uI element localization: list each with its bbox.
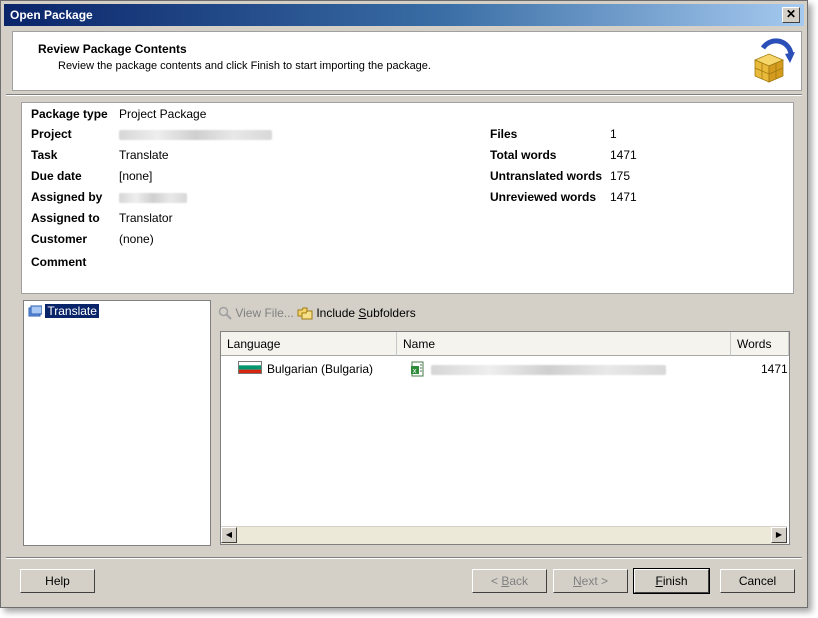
page-title: Review Package Contents bbox=[38, 42, 187, 56]
untranslated-words-label: Untranslated words bbox=[490, 169, 603, 183]
unreviewed-words-label: Unreviewed words bbox=[490, 190, 597, 204]
header-separator bbox=[6, 94, 802, 96]
include-subfolders-button[interactable]: Include Subfolders bbox=[297, 303, 416, 323]
scroll-left-button[interactable]: ◀ bbox=[221, 527, 237, 543]
close-button[interactable]: ✕ bbox=[782, 7, 800, 23]
tree-item-translate[interactable]: Translate bbox=[28, 304, 99, 319]
close-icon: ✕ bbox=[785, 7, 797, 21]
title-bar[interactable]: Open Package ✕ bbox=[4, 4, 804, 26]
back-label: < Back bbox=[490, 574, 529, 588]
footer-separator bbox=[6, 557, 802, 559]
view-file-label: View File... bbox=[235, 306, 294, 320]
include-subfolders-label: Include Subfolders bbox=[316, 306, 416, 320]
row-name-redacted bbox=[431, 361, 666, 377]
package-info-panel: Package type Project Package Project Tas… bbox=[21, 102, 794, 294]
assigned-by-value-redacted bbox=[119, 192, 187, 203]
total-words-label: Total words bbox=[490, 148, 557, 162]
due-date-label: Due date bbox=[31, 169, 82, 183]
due-date-value: [none] bbox=[119, 169, 153, 183]
untranslated-words-value: 175 bbox=[610, 169, 631, 183]
column-header-language[interactable]: Language bbox=[221, 332, 397, 356]
wizard-header: Review Package Contents Review the packa… bbox=[12, 31, 802, 91]
task-icon bbox=[28, 305, 43, 317]
arrow-left-icon: ◀ bbox=[225, 530, 233, 539]
window-title: Open Package bbox=[10, 8, 93, 22]
task-value: Translate bbox=[119, 148, 169, 162]
help-button[interactable]: Help bbox=[20, 569, 95, 593]
bulgarian-flag-icon bbox=[238, 361, 262, 377]
customer-label: Customer bbox=[31, 232, 88, 246]
page-subtitle: Review the package contents and click Fi… bbox=[58, 60, 431, 72]
subfolders-icon bbox=[297, 307, 313, 320]
file-toolbar: View File... Include Subfolders bbox=[214, 303, 794, 323]
assigned-by-label: Assigned by bbox=[31, 190, 103, 204]
comment-label: Comment bbox=[31, 255, 87, 269]
back-button[interactable]: < Back bbox=[472, 569, 547, 593]
column-header-name[interactable]: Name bbox=[397, 332, 731, 356]
task-tree[interactable]: Translate bbox=[23, 300, 211, 546]
files-label: Files bbox=[490, 127, 518, 141]
open-package-dialog: Open Package ✕ Review Package Contents R… bbox=[0, 0, 808, 608]
project-value-redacted bbox=[119, 129, 272, 140]
unreviewed-words-value: 1471 bbox=[610, 190, 637, 204]
project-label: Project bbox=[31, 127, 72, 141]
task-label: Task bbox=[31, 148, 58, 162]
package-type-value: Project Package bbox=[119, 107, 207, 121]
excel-file-icon: x bbox=[410, 361, 426, 377]
view-file-button[interactable]: View File... bbox=[218, 303, 294, 323]
row-words: 1471 bbox=[761, 362, 788, 376]
finish-label: Finish bbox=[655, 574, 688, 588]
scroll-right-button[interactable]: ▶ bbox=[771, 527, 787, 543]
arrow-right-icon: ▶ bbox=[775, 530, 783, 539]
next-button[interactable]: Next > bbox=[553, 569, 628, 593]
files-list[interactable]: Language Name Words Bulgarian (Bulgaria)… bbox=[220, 331, 790, 545]
package-type-label: Package type bbox=[31, 107, 108, 121]
magnifier-icon bbox=[218, 306, 232, 320]
svg-text:x: x bbox=[413, 367, 417, 375]
next-label: Next > bbox=[572, 574, 609, 588]
customer-value: (none) bbox=[119, 232, 154, 246]
total-words-value: 1471 bbox=[610, 148, 637, 162]
cancel-button[interactable]: Cancel bbox=[720, 569, 795, 593]
assigned-to-label: Assigned to bbox=[31, 211, 100, 225]
assigned-to-value: Translator bbox=[119, 211, 173, 225]
column-header-words[interactable]: Words bbox=[731, 332, 789, 356]
package-box-icon bbox=[753, 38, 795, 83]
finish-button[interactable]: Finish bbox=[633, 568, 710, 594]
tree-item-label: Translate bbox=[45, 304, 99, 318]
files-value: 1 bbox=[610, 127, 617, 141]
horizontal-scrollbar[interactable]: ◀ ▶ bbox=[221, 526, 787, 544]
row-language: Bulgarian (Bulgaria) bbox=[267, 362, 374, 376]
